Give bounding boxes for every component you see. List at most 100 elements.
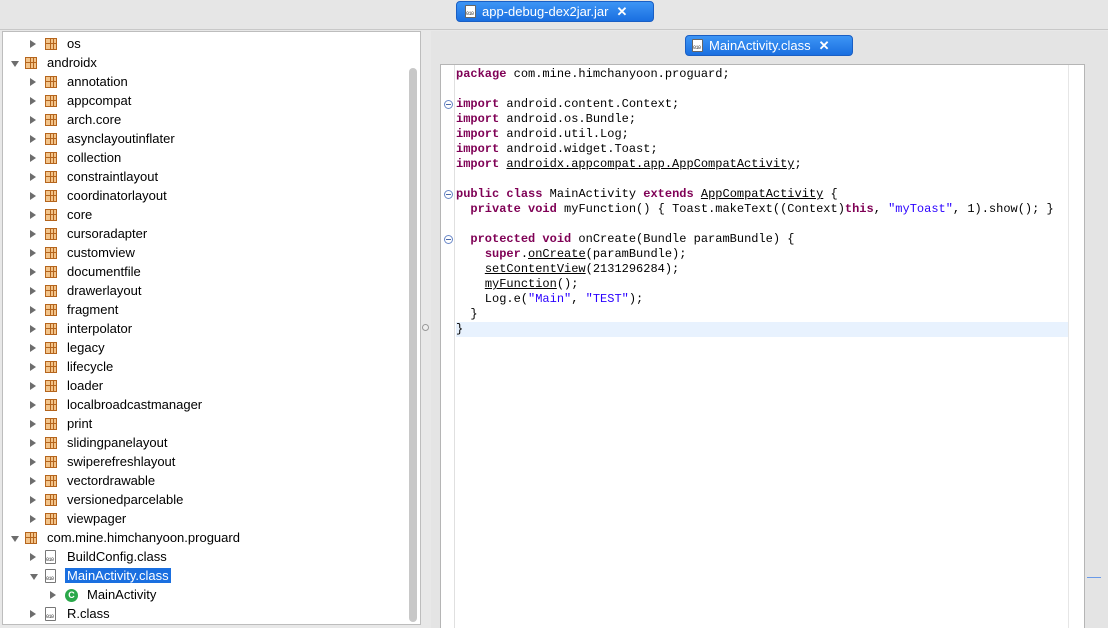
- code-view[interactable]: package com.mine.himchanyoon.proguard; i…: [456, 67, 1068, 337]
- collapsed-arrow-icon[interactable]: [30, 211, 36, 219]
- tree-item[interactable]: versionedparcelable: [3, 491, 408, 510]
- code-line[interactable]: public class MainActivity extends AppCom…: [456, 187, 1068, 202]
- collapsed-arrow-icon[interactable]: [30, 477, 36, 485]
- collapsed-arrow-icon[interactable]: [30, 230, 36, 238]
- collapsed-arrow-icon[interactable]: [30, 154, 36, 162]
- tree-item[interactable]: coordinatorlayout: [3, 187, 408, 206]
- collapsed-arrow-icon[interactable]: [30, 344, 36, 352]
- collapsed-arrow-icon[interactable]: [30, 420, 36, 428]
- editor-tab[interactable]: MainActivity.class ✕: [685, 35, 853, 56]
- tree-item[interactable]: documentfile: [3, 263, 408, 282]
- tree-item[interactable]: slidingpanelayout: [3, 434, 408, 453]
- code-editor[interactable]: package com.mine.himchanyoon.proguard; i…: [440, 64, 1085, 628]
- code-line[interactable]: import android.content.Context;: [456, 97, 1068, 112]
- code-line[interactable]: }: [456, 322, 1068, 337]
- tree-item[interactable]: localbroadcastmanager: [3, 396, 408, 415]
- fold-toggle-icon[interactable]: [444, 235, 453, 244]
- collapsed-arrow-icon[interactable]: [30, 268, 36, 276]
- code-line[interactable]: import android.os.Bundle;: [456, 112, 1068, 127]
- package-icon: [45, 513, 57, 525]
- collapsed-arrow-icon[interactable]: [30, 382, 36, 390]
- collapsed-arrow-icon[interactable]: [30, 173, 36, 181]
- class-file-icon: [45, 569, 56, 583]
- tree-item[interactable]: com.mine.himchanyoon.proguard: [3, 529, 408, 548]
- expanded-arrow-icon[interactable]: [11, 61, 19, 67]
- tree-item[interactable]: vectordrawable: [3, 472, 408, 491]
- code-line[interactable]: setContentView(2131296284);: [456, 262, 1068, 277]
- tree-item[interactable]: cursoradapter: [3, 225, 408, 244]
- tree-item[interactable]: swiperefreshlayout: [3, 453, 408, 472]
- overview-ruler-mark: [1087, 577, 1101, 578]
- collapsed-arrow-icon[interactable]: [30, 287, 36, 295]
- tree-item[interactable]: customview: [3, 244, 408, 263]
- file-tab[interactable]: app-debug-dex2jar.jar ✕: [456, 1, 654, 22]
- collapsed-arrow-icon[interactable]: [30, 135, 36, 143]
- collapsed-arrow-icon[interactable]: [30, 553, 36, 561]
- collapsed-arrow-icon[interactable]: [30, 325, 36, 333]
- code-line[interactable]: Log.e("Main", "TEST");: [456, 292, 1068, 307]
- tree-item[interactable]: collection: [3, 149, 408, 168]
- fold-toggle-icon[interactable]: [444, 100, 453, 109]
- collapsed-arrow-icon[interactable]: [30, 78, 36, 86]
- tree-item-label: R.class: [67, 606, 110, 621]
- tree-item[interactable]: R.class: [3, 605, 408, 624]
- code-line[interactable]: }: [456, 307, 1068, 322]
- collapsed-arrow-icon[interactable]: [30, 40, 36, 48]
- code-line[interactable]: import android.util.Log;: [456, 127, 1068, 142]
- code-line[interactable]: private void myFunction() { Toast.makeTe…: [456, 202, 1068, 217]
- collapsed-arrow-icon[interactable]: [30, 401, 36, 409]
- code-line[interactable]: [456, 82, 1068, 97]
- collapsed-arrow-icon[interactable]: [30, 249, 36, 257]
- close-icon[interactable]: ✕: [616, 4, 627, 20]
- tree-item[interactable]: BuildConfig.class: [3, 548, 408, 567]
- tree-scrollbar[interactable]: [409, 68, 417, 622]
- collapsed-arrow-icon[interactable]: [30, 192, 36, 200]
- tree-item[interactable]: loader: [3, 377, 408, 396]
- tree-item[interactable]: legacy: [3, 339, 408, 358]
- collapsed-arrow-icon[interactable]: [30, 515, 36, 523]
- collapsed-arrow-icon[interactable]: [30, 610, 36, 618]
- collapsed-arrow-icon[interactable]: [30, 496, 36, 504]
- tree-item[interactable]: fragment: [3, 301, 408, 320]
- collapsed-arrow-icon[interactable]: [50, 591, 56, 599]
- code-line[interactable]: [456, 172, 1068, 187]
- tree-item[interactable]: annotation: [3, 73, 408, 92]
- collapsed-arrow-icon[interactable]: [30, 439, 36, 447]
- code-line[interactable]: [456, 217, 1068, 232]
- tree-item[interactable]: androidx: [3, 54, 408, 73]
- tree-item-label: viewpager: [67, 511, 127, 526]
- tree-item[interactable]: asynclayoutinflater: [3, 130, 408, 149]
- code-line[interactable]: import android.widget.Toast;: [456, 142, 1068, 157]
- package-tree: os androidx annotation appcompat arch.core as…: [2, 31, 421, 625]
- tree-item[interactable]: interpolator: [3, 320, 408, 339]
- code-line[interactable]: myFunction();: [456, 277, 1068, 292]
- tree-item[interactable]: arch.core: [3, 111, 408, 130]
- expanded-arrow-icon[interactable]: [30, 574, 38, 580]
- expanded-arrow-icon[interactable]: [11, 536, 19, 542]
- editor-area: MainActivity.class ✕ package com.mine.hi…: [431, 31, 1108, 628]
- code-line[interactable]: import androidx.appcompat.app.AppCompatA…: [456, 157, 1068, 172]
- tree-item[interactable]: core: [3, 206, 408, 225]
- tree-item[interactable]: MainActivity.class: [3, 567, 408, 586]
- close-icon[interactable]: ✕: [819, 38, 830, 54]
- collapsed-arrow-icon[interactable]: [30, 97, 36, 105]
- tree-item[interactable]: print: [3, 415, 408, 434]
- tree-item[interactable]: lifecycle: [3, 358, 408, 377]
- collapsed-arrow-icon[interactable]: [30, 363, 36, 371]
- tree-item[interactable]: os: [3, 35, 408, 54]
- package-icon: [45, 418, 57, 430]
- tree-item[interactable]: C MainActivity: [3, 586, 408, 605]
- code-line[interactable]: package com.mine.himchanyoon.proguard;: [456, 67, 1068, 82]
- collapsed-arrow-icon[interactable]: [30, 458, 36, 466]
- tree-item[interactable]: viewpager: [3, 510, 408, 529]
- code-line[interactable]: protected void onCreate(Bundle paramBund…: [456, 232, 1068, 247]
- tree-item[interactable]: constraintlayout: [3, 168, 408, 187]
- fold-toggle-icon[interactable]: [444, 190, 453, 199]
- splitter-handle-icon[interactable]: [422, 324, 429, 331]
- collapsed-arrow-icon[interactable]: [30, 116, 36, 124]
- code-line[interactable]: super.onCreate(paramBundle);: [456, 247, 1068, 262]
- tree-item[interactable]: drawerlayout: [3, 282, 408, 301]
- collapsed-arrow-icon[interactable]: [30, 306, 36, 314]
- pane-splitter[interactable]: [421, 30, 431, 628]
- tree-item[interactable]: appcompat: [3, 92, 408, 111]
